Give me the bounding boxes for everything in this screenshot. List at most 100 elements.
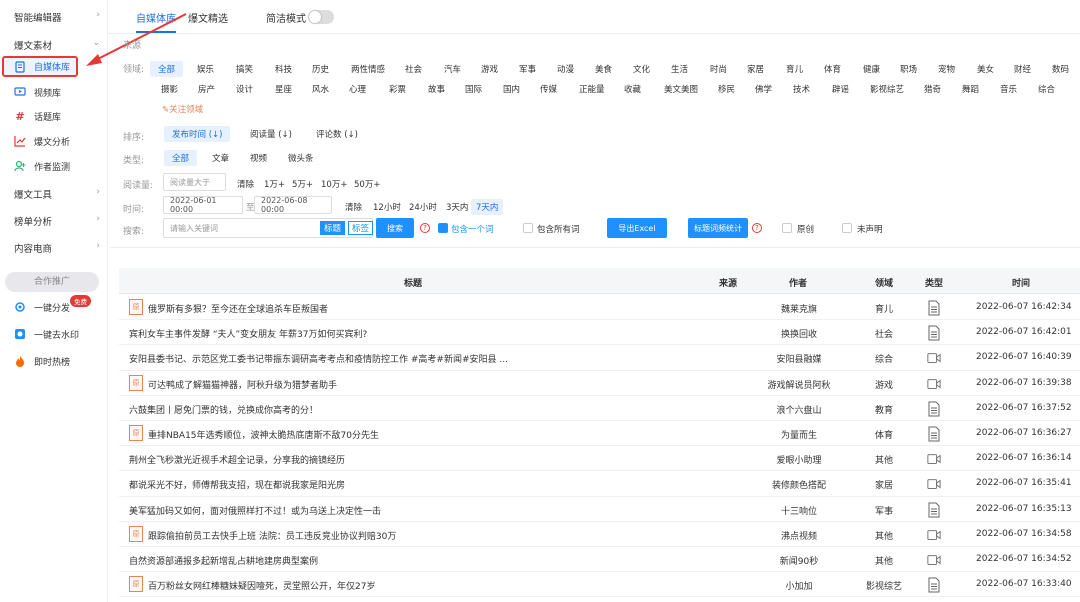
sidebar-group-tools[interactable]: 爆文工具 › [14,187,100,201]
sidebar-group-rankings[interactable]: 榜单分析 › [14,214,100,228]
domain-chip[interactable]: 动漫 [557,63,574,75]
row-title[interactable]: 都说采光不好，师傅帮我支招，现在都说我家是阳光房 [129,478,345,491]
domain-chip[interactable]: 星座 [275,83,292,95]
row-author[interactable]: 为量而生 [759,428,839,441]
col-title[interactable]: 标题 [404,276,422,289]
time-start-input[interactable]: 2022-06-01 00:00 [163,196,243,214]
follow-domain-link[interactable]: ✎关注领域 [162,103,203,115]
domain-chip[interactable]: 猎奇 [924,83,941,95]
col-domain[interactable]: 领域 [875,276,893,289]
domain-chip[interactable]: 职场 [900,63,917,75]
row-author[interactable]: 新闻90秒 [759,554,839,567]
table-row[interactable]: 美军猛加码又如何，面对俄照样打不过！或为乌送上决定性一击 十三响位 军事 2022-0… [119,497,1080,522]
row-title[interactable]: 百万粉丝女网红棒糖妹疑因噎死，灵堂照公开，年仅27岁 [148,579,375,592]
domain-chip[interactable]: 辟谣 [832,83,849,95]
row-title[interactable]: 可达鸭成了解猫猫神器，阿秋升级为猎梦者助手 [148,378,337,391]
row-author[interactable]: 小加加 [759,579,839,592]
sidebar-item-hot-list[interactable]: 即时热榜 [14,351,70,371]
type-micro[interactable]: 微头条 [288,152,314,164]
col-time[interactable]: 时间 [1012,276,1030,289]
domain-chip[interactable]: 时尚 [710,63,727,75]
row-author[interactable]: 装修颜色搭配 [759,478,839,491]
domain-chip[interactable]: 影视综艺 [870,83,904,95]
sidebar-item-one-click-distribute[interactable]: 一键分发 [14,297,70,317]
table-row[interactable]: 都说采光不好，师傅帮我支招，现在都说我家是阳光房 装修颜色搭配 家居 2022-06-… [119,471,1080,497]
reads-clear[interactable]: 清除 [237,178,254,190]
table-row[interactable]: 荆州全飞秒激光近视手术超全记录，分享我的摘镜经历 爱眼小助理 其他 2022-06-0… [119,446,1080,472]
help-icon[interactable]: ? [420,223,430,233]
simple-mode-toggle[interactable] [308,10,334,24]
row-title[interactable]: 荆州全飞秒激光近视手术超全记录，分享我的摘镜经历 [129,453,345,466]
sort-by-comments[interactable]: 评论数 (↓) [316,128,358,140]
domain-chip[interactable]: 社会 [405,63,422,75]
domain-chip[interactable]: 国际 [465,83,482,95]
type-video[interactable]: 视频 [250,152,267,164]
sidebar-item-article-analysis[interactable]: 爆文分析 [14,131,70,151]
original-checkbox[interactable] [782,223,792,233]
row-title[interactable]: 美军猛加码又如何，面对俄照样打不过！或为乌送上决定性一击 [129,504,381,517]
sidebar-group-ecommerce[interactable]: 内容电商 › [14,241,100,255]
domain-chip[interactable]: 科技 [275,63,292,75]
reads-10k[interactable]: 1万+ [264,178,285,190]
col-type[interactable]: 类型 [925,276,943,289]
row-title[interactable]: 俄罗斯有多狠？至今还在全球追杀车臣叛国者 [148,302,328,315]
domain-chip[interactable]: 文化 [633,63,650,75]
domain-chip[interactable]: 两性情感 [351,63,385,75]
reads-50k[interactable]: 5万+ [292,178,313,190]
table-row[interactable]: 自然资源部通报多起新增乱占耕地建房典型案例 新闻90秒 其他 2022-06-07 1… [119,547,1080,573]
table-row[interactable]: 安阳县委书记、示范区党工委书记带振东调研高考考点和疫情防控工作 #高考#新闻#安… [119,345,1080,371]
domain-chip[interactable]: 传媒 [540,83,557,95]
domain-chip[interactable]: 全部 [150,61,184,77]
domain-chip[interactable]: 游戏 [481,63,498,75]
row-author[interactable]: 沸点视频 [759,529,839,542]
sidebar-item-remove-watermark[interactable]: 一键去水印 [14,324,79,344]
domain-chip[interactable]: 宠物 [938,63,955,75]
reads-input[interactable]: 阅读量大于 [163,173,226,191]
domain-chip[interactable]: 国内 [503,83,520,95]
domain-chip[interactable]: 美文美图 [664,83,698,95]
row-author[interactable]: 魏莱克旗 [759,302,839,315]
domain-chip[interactable]: 搞笑 [236,63,253,75]
table-row[interactable]: 原可达鸭成了解猫猫神器，阿秋升级为猎梦者助手 游戏解说员阿秋 游戏 2022-06-0… [119,371,1080,396]
domain-chip[interactable]: 故事 [428,83,445,95]
sort-by-reads[interactable]: 阅读量 (↓) [250,128,292,140]
domain-chip[interactable]: 舞蹈 [962,83,979,95]
search-button[interactable]: 搜索 [376,218,414,238]
contains-one-checkbox[interactable] [438,223,448,233]
domain-chip[interactable]: 家居 [747,63,764,75]
table-row[interactable]: 六鼓集团丨愿免门票的钱，兑换成你高考的分！ 浪个六盘山 教育 2022-06-07 1… [119,396,1080,421]
table-row[interactable]: 原重排NBA15年选秀顺位，波神太脆热底唐斯不敌70分先生 为量而生 体育 2022-… [119,421,1080,447]
row-author[interactable]: 十三响位 [759,504,839,517]
row-author[interactable]: 游戏解说员阿秋 [759,378,839,391]
domain-chip[interactable]: 综合 [1038,83,1055,95]
domain-chip[interactable]: 历史 [312,63,329,75]
time-12h[interactable]: 12小时 [373,201,401,213]
domain-chip[interactable]: 军事 [519,63,536,75]
sidebar-item-author-monitor[interactable]: 作者监测 [14,156,70,176]
type-article[interactable]: 文章 [212,152,229,164]
title-stats-button[interactable]: 标题词频统计 [688,218,748,238]
col-author[interactable]: 作者 [789,276,807,289]
time-3d[interactable]: 3天内 [446,201,468,213]
domain-chip[interactable]: 摄影 [161,83,178,95]
sort-by-time[interactable]: 发布时间 (↓) [164,126,231,142]
row-title[interactable]: 跟踪偷拍前员工去快手上班 法院：员工违反竞业协议判赔30万 [148,529,396,542]
row-title[interactable]: 六鼓集团丨愿免门票的钱，兑换成你高考的分！ [129,403,318,416]
domain-chip[interactable]: 数码 [1052,63,1069,75]
row-title[interactable]: 安阳县委书记、示范区党工委书记带振东调研高考考点和疫情防控工作 #高考#新闻#安… [129,352,508,365]
reads-500k[interactable]: 50万+ [354,178,380,190]
undeclared-checkbox[interactable] [842,223,852,233]
time-clear[interactable]: 清除 [345,201,362,213]
domain-chip[interactable]: 娱乐 [197,63,214,75]
help-icon[interactable]: ? [752,223,762,233]
domain-chip[interactable]: 育儿 [786,63,803,75]
search-mode-title[interactable]: 标题 [320,221,346,235]
domain-chip[interactable]: 美食 [595,63,612,75]
search-mode-tag[interactable]: 标签 [348,221,374,235]
export-excel-button[interactable]: 导出Excel [607,218,667,238]
domain-chip[interactable]: 生活 [671,63,688,75]
table-row[interactable]: 宾利女车主事件发酵 “夫人”变女朋友 年薪37万如何买宾利? 换换回收 社会 2022… [119,320,1080,346]
reads-100k[interactable]: 10万+ [321,178,347,190]
row-author[interactable]: 换换回收 [759,327,839,340]
domain-chip[interactable]: 健康 [863,63,880,75]
